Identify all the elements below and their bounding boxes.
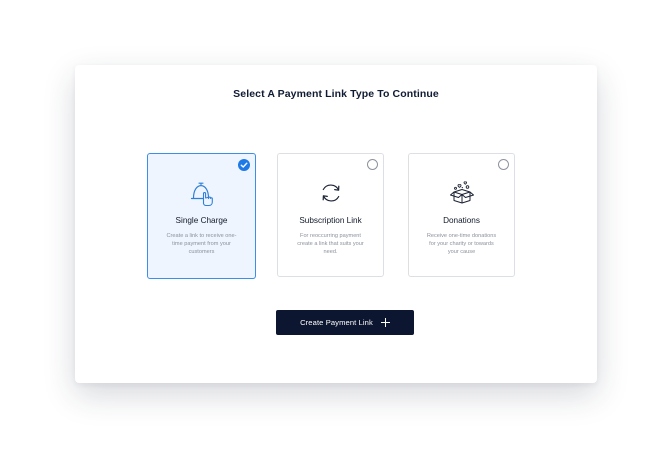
payment-type-options: Single Charge Create a link to receive o…: [147, 153, 518, 279]
option-description: Create a link to receive one-time paymen…: [166, 233, 237, 255]
radio-unchecked-icon[interactable]: [498, 159, 509, 170]
refresh-cycle-icon: [322, 184, 339, 202]
plus-icon: [380, 318, 390, 327]
create-button-label: Create Payment Link: [300, 318, 373, 327]
option-description: Receive one-time donations for your char…: [426, 233, 497, 255]
modal-title: Select A Payment Link Type To Continue: [233, 88, 439, 100]
option-title: Donations: [443, 216, 480, 225]
option-donations[interactable]: Donations Receive one-time donations for…: [408, 153, 515, 277]
payment-link-type-modal: Select A Payment Link Type To Continue S…: [75, 65, 597, 383]
radio-unchecked-icon[interactable]: [367, 159, 378, 170]
option-title: Single Charge: [175, 216, 228, 225]
option-title: Subscription Link: [299, 216, 362, 225]
bell-hand-icon: [190, 182, 213, 207]
option-single-charge[interactable]: Single Charge Create a link to receive o…: [147, 153, 256, 279]
create-payment-link-button[interactable]: Create Payment Link: [276, 310, 414, 335]
option-description: For reoccurring payment create a link th…: [297, 233, 364, 255]
selected-check-icon[interactable]: [238, 159, 250, 171]
gift-box-icon: [449, 181, 474, 204]
option-subscription-link[interactable]: Subscription Link For reoccurring paymen…: [277, 153, 384, 277]
